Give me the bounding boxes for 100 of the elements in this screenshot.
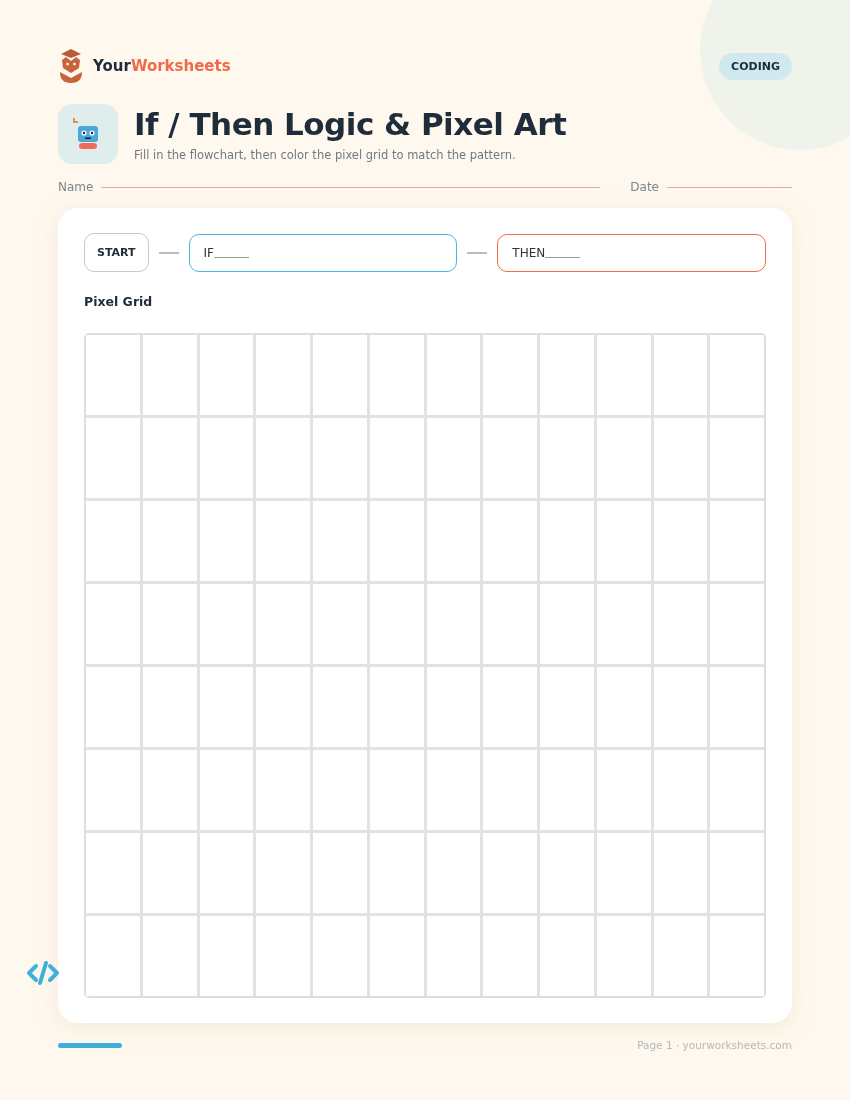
pixel-cell[interactable] — [540, 833, 594, 913]
pixel-cell[interactable] — [483, 916, 537, 996]
pixel-cell[interactable] — [199, 916, 254, 996]
pixel-cell[interactable] — [199, 667, 254, 747]
pixel-cell[interactable] — [483, 501, 537, 581]
pixel-cell[interactable] — [596, 833, 651, 913]
pixel-cell[interactable] — [142, 750, 197, 830]
pixel-cell[interactable] — [483, 750, 537, 830]
pixel-cell[interactable] — [653, 501, 708, 581]
pixel-cell[interactable] — [313, 833, 367, 913]
pixel-cell[interactable] — [86, 750, 140, 830]
pixel-cell[interactable] — [142, 418, 197, 498]
pixel-cell[interactable] — [256, 916, 310, 996]
pixel-cell[interactable] — [483, 418, 537, 498]
pixel-cell[interactable] — [142, 916, 197, 996]
pixel-cell[interactable] — [596, 418, 651, 498]
pixel-cell[interactable] — [369, 916, 424, 996]
pixel-cell[interactable] — [653, 335, 708, 415]
if-answer-box[interactable]: IF — [188, 233, 458, 272]
date-fill-in-line[interactable] — [667, 186, 792, 188]
pixel-cell[interactable] — [86, 501, 140, 581]
pixel-cell[interactable] — [596, 501, 651, 581]
pixel-cell[interactable] — [426, 584, 481, 664]
pixel-cell[interactable] — [540, 335, 594, 415]
pixel-cell[interactable] — [596, 335, 651, 415]
pixel-cell[interactable] — [86, 667, 140, 747]
pixel-cell[interactable] — [86, 916, 140, 996]
pixel-cell[interactable] — [596, 667, 651, 747]
pixel-cell[interactable] — [653, 667, 708, 747]
pixel-cell[interactable] — [653, 916, 708, 996]
pixel-cell[interactable] — [142, 501, 197, 581]
pixel-cell[interactable] — [710, 833, 764, 913]
pixel-cell[interactable] — [369, 833, 424, 913]
pixel-cell[interactable] — [369, 667, 424, 747]
pixel-cell[interactable] — [540, 501, 594, 581]
pixel-cell[interactable] — [710, 501, 764, 581]
pixel-cell[interactable] — [199, 335, 254, 415]
pixel-cell[interactable] — [313, 335, 367, 415]
pixel-cell[interactable] — [256, 501, 310, 581]
pixel-cell[interactable] — [199, 584, 254, 664]
pixel-cell[interactable] — [710, 418, 764, 498]
pixel-cell[interactable] — [710, 750, 764, 830]
pixel-cell[interactable] — [369, 501, 424, 581]
pixel-cell[interactable] — [483, 833, 537, 913]
name-fill-in-line[interactable] — [101, 186, 601, 188]
pixel-cell[interactable] — [142, 667, 197, 747]
pixel-cell[interactable] — [540, 667, 594, 747]
pixel-cell[interactable] — [256, 418, 310, 498]
pixel-cell[interactable] — [710, 667, 764, 747]
pixel-cell[interactable] — [426, 916, 481, 996]
pixel-cell[interactable] — [426, 667, 481, 747]
pixel-cell[interactable] — [256, 584, 310, 664]
pixel-cell[interactable] — [313, 916, 367, 996]
pixel-cell[interactable] — [199, 501, 254, 581]
pixel-cell[interactable] — [313, 667, 367, 747]
pixel-cell[interactable] — [710, 916, 764, 996]
pixel-cell[interactable] — [426, 335, 481, 415]
pixel-cell[interactable] — [653, 584, 708, 664]
pixel-cell[interactable] — [256, 750, 310, 830]
pixel-cell[interactable] — [710, 335, 764, 415]
pixel-cell[interactable] — [86, 335, 140, 415]
pixel-cell[interactable] — [313, 750, 367, 830]
pixel-cell[interactable] — [710, 584, 764, 664]
pixel-cell[interactable] — [483, 667, 537, 747]
pixel-cell[interactable] — [142, 335, 197, 415]
pixel-cell[interactable] — [426, 750, 481, 830]
pixel-cell[interactable] — [369, 584, 424, 664]
pixel-cell[interactable] — [596, 916, 651, 996]
pixel-cell[interactable] — [256, 667, 310, 747]
pixel-cell[interactable] — [653, 833, 708, 913]
pixel-cell[interactable] — [540, 916, 594, 996]
pixel-cell[interactable] — [426, 501, 481, 581]
pixel-cell[interactable] — [596, 750, 651, 830]
pixel-cell[interactable] — [86, 833, 140, 913]
pixel-cell[interactable] — [369, 750, 424, 830]
pixel-cell[interactable] — [86, 418, 140, 498]
pixel-cell[interactable] — [313, 418, 367, 498]
pixel-cell[interactable] — [199, 418, 254, 498]
pixel-cell[interactable] — [256, 335, 310, 415]
then-answer-box[interactable]: THEN — [497, 233, 766, 272]
pixel-cell[interactable] — [86, 584, 140, 664]
pixel-cell[interactable] — [540, 418, 594, 498]
pixel-cell[interactable] — [653, 418, 708, 498]
pixel-cell[interactable] — [142, 584, 197, 664]
pixel-cell[interactable] — [313, 584, 367, 664]
pixel-cell[interactable] — [596, 584, 651, 664]
pixel-cell[interactable] — [199, 833, 254, 913]
pixel-cell[interactable] — [483, 584, 537, 664]
pixel-cell[interactable] — [199, 750, 254, 830]
pixel-cell[interactable] — [653, 750, 708, 830]
pixel-cell[interactable] — [426, 833, 481, 913]
pixel-cell[interactable] — [426, 418, 481, 498]
pixel-cell[interactable] — [483, 335, 537, 415]
pixel-cell[interactable] — [142, 833, 197, 913]
pixel-cell[interactable] — [256, 833, 310, 913]
pixel-cell[interactable] — [313, 501, 367, 581]
pixel-cell[interactable] — [369, 418, 424, 498]
pixel-cell[interactable] — [540, 584, 594, 664]
pixel-cell[interactable] — [369, 335, 424, 415]
pixel-cell[interactable] — [540, 750, 594, 830]
